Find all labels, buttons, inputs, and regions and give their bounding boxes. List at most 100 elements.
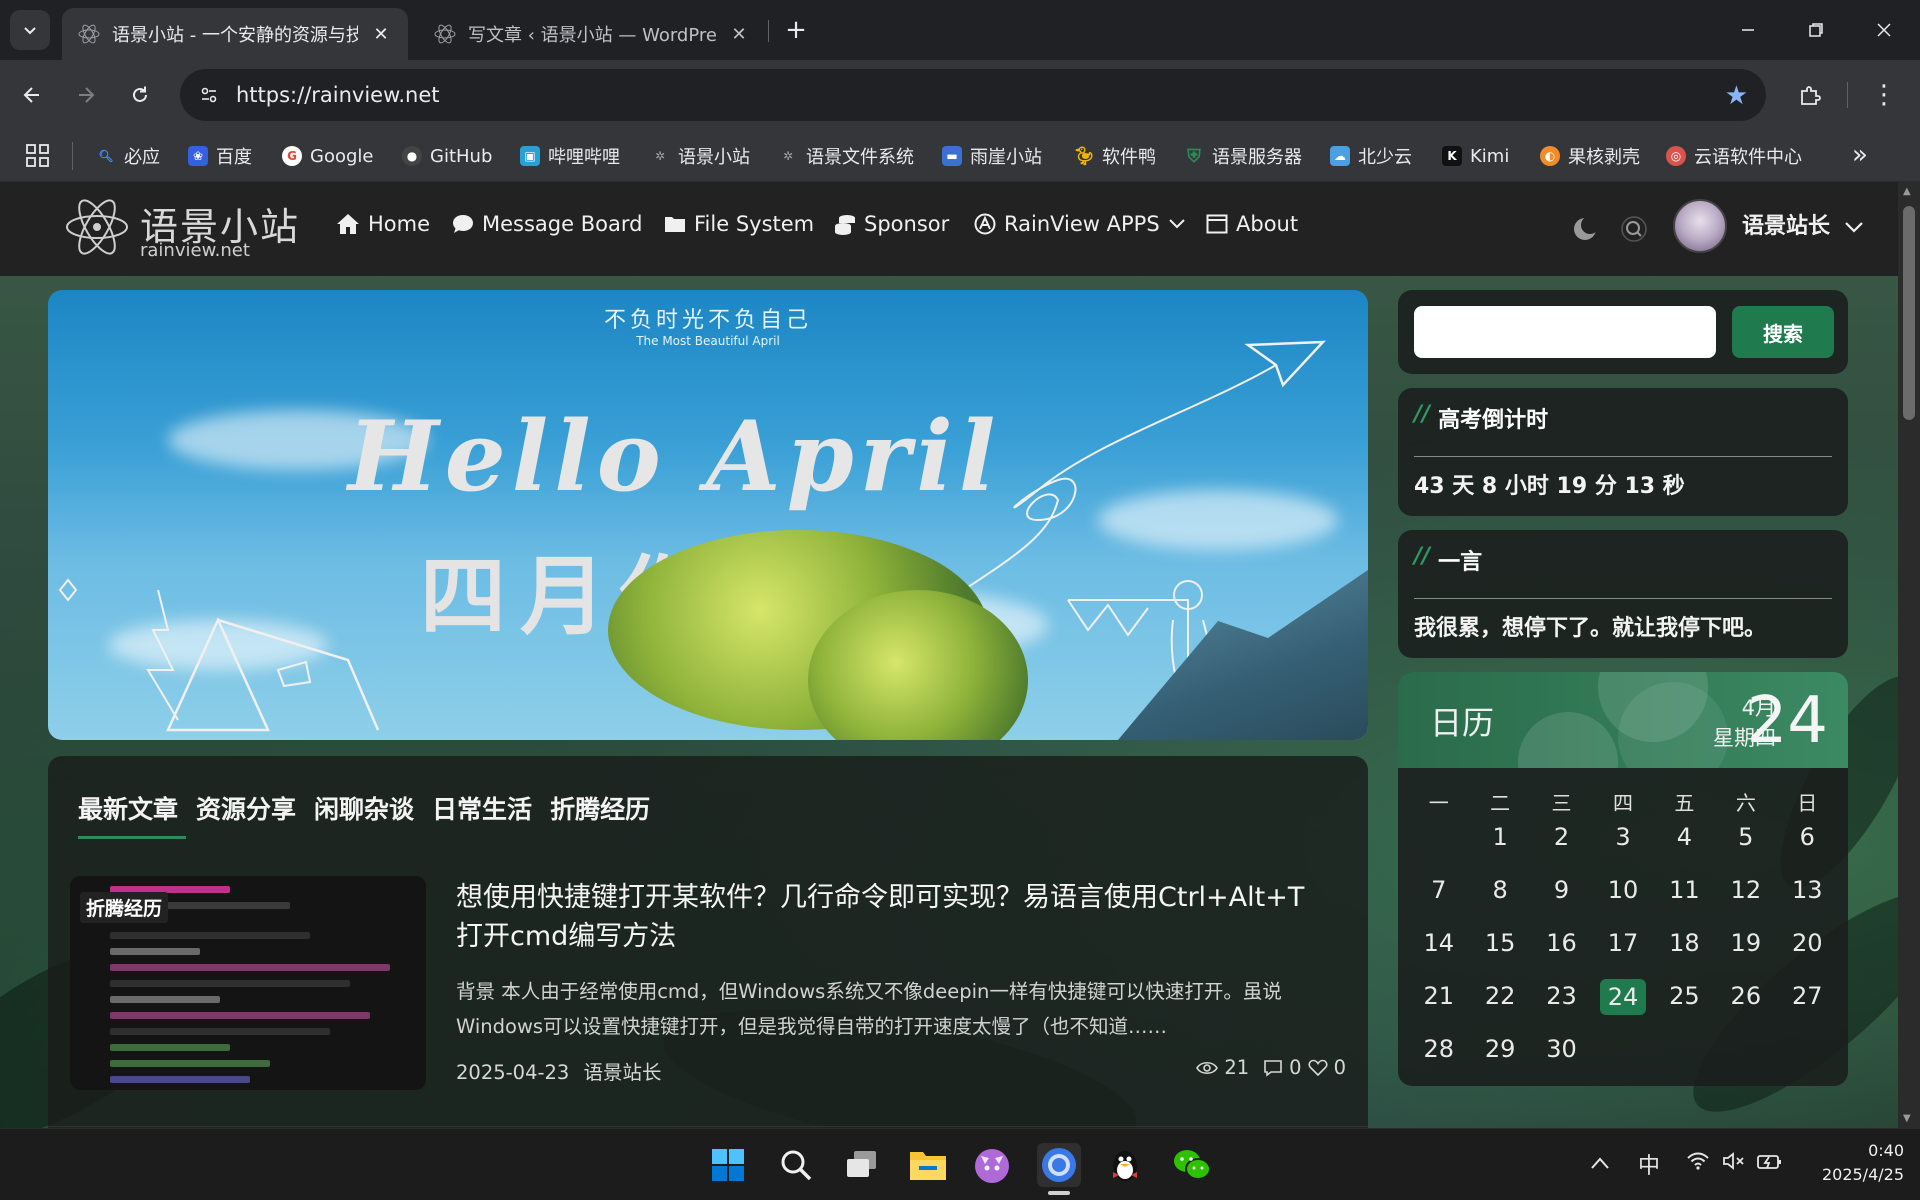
qq-button[interactable] — [1103, 1143, 1147, 1187]
new-tab-button[interactable]: + — [780, 14, 812, 46]
tab-chat[interactable]: 闲聊杂谈 — [314, 790, 414, 826]
back-button[interactable] — [12, 75, 52, 115]
nav-sponsor[interactable]: Sponsor — [834, 212, 949, 236]
system-clock[interactable]: 0:40 2025/4/25 — [1808, 1139, 1904, 1187]
chrome-button[interactable] — [1037, 1143, 1081, 1187]
calendar-day[interactable]: 23 — [1531, 979, 1592, 1032]
calendar-day[interactable]: 11 — [1654, 873, 1715, 926]
more-bookmarks-icon[interactable]: » — [1852, 140, 1868, 170]
hero-banner[interactable]: 不负时光不负自己 The Most Beautiful April Hello … — [48, 290, 1368, 740]
scroll-up-arrow[interactable]: ▲ — [1903, 186, 1911, 197]
page-scrollbar[interactable]: ▲ ▼ — [1898, 182, 1920, 1128]
apps-grid-icon[interactable] — [24, 142, 52, 170]
calendar-day-today[interactable]: 24 — [1592, 979, 1653, 1032]
scroll-thumb[interactable] — [1903, 206, 1915, 420]
network-status[interactable] — [1686, 1151, 1710, 1176]
tab-daily-life[interactable]: 日常生活 — [432, 790, 532, 826]
bookmark-baidu[interactable]: ❀ 百度 — [188, 140, 252, 172]
calendar-day[interactable]: 16 — [1531, 926, 1592, 979]
calendar-day[interactable]: 26 — [1715, 979, 1776, 1032]
close-window-button[interactable] — [1850, 0, 1918, 60]
calendar-day[interactable]: 28 — [1408, 1032, 1469, 1085]
bookmark-google[interactable]: G Google — [282, 140, 373, 172]
show-hidden-icons[interactable] — [1590, 1151, 1610, 1175]
ime-indicator[interactable]: 中 — [1638, 1148, 1660, 1180]
nav-home[interactable]: Home — [336, 212, 430, 236]
bookmark-bilibili[interactable]: ▣ 哔哩哔哩 — [520, 140, 620, 172]
extensions-button[interactable] — [1790, 75, 1830, 115]
cat-app-button[interactable] — [970, 1143, 1014, 1187]
site-search-button[interactable] — [1619, 214, 1649, 244]
calendar-day[interactable]: 29 — [1469, 1032, 1530, 1085]
bookmark-yuya[interactable]: ▬ 雨崖小站 — [942, 140, 1042, 172]
calendar-day[interactable]: 7 — [1408, 873, 1469, 926]
tab-search-button[interactable] — [10, 10, 50, 50]
tab-resources[interactable]: 资源分享 — [196, 790, 296, 826]
volume-status[interactable] — [1722, 1151, 1746, 1176]
close-tab-icon[interactable]: ✕ — [370, 24, 392, 45]
calendar-day[interactable]: 19 — [1715, 926, 1776, 979]
scroll-down-arrow[interactable]: ▼ — [1903, 1113, 1911, 1124]
wechat-button[interactable] — [1170, 1143, 1214, 1187]
calendar-day[interactable]: 5 — [1715, 820, 1776, 873]
browser-menu-button[interactable]: ⋮ — [1864, 75, 1904, 115]
calendar-day[interactable]: 25 — [1654, 979, 1715, 1032]
calendar-day[interactable]: 8 — [1469, 873, 1530, 926]
avatar[interactable] — [1673, 199, 1727, 253]
sidebar-search-button[interactable]: 搜索 — [1732, 306, 1834, 358]
calendar-day[interactable]: 21 — [1408, 979, 1469, 1032]
heart-icon[interactable] — [1308, 1059, 1328, 1077]
start-button[interactable] — [706, 1143, 750, 1187]
calendar-day[interactable]: 9 — [1531, 873, 1592, 926]
close-tab-icon[interactable]: ✕ — [728, 24, 750, 45]
tab-latest[interactable]: 最新文章 — [78, 790, 178, 826]
bookmark-rainview[interactable]: ✲ 语景小站 — [650, 140, 750, 172]
calendar-day[interactable]: 1 — [1469, 820, 1530, 873]
file-explorer-button[interactable] — [906, 1143, 950, 1187]
sidebar-search-input[interactable] — [1414, 306, 1716, 358]
calendar-day[interactable]: 22 — [1469, 979, 1530, 1032]
bookmark-server[interactable]: ⛨ 语景服务器 — [1184, 140, 1302, 172]
bookmark-github[interactable]: ● GitHub — [402, 140, 492, 172]
tab-tinkering[interactable]: 折腾经历 — [550, 790, 650, 826]
calendar-day[interactable]: 30 — [1531, 1032, 1592, 1085]
calendar-day[interactable]: 18 — [1654, 926, 1715, 979]
user-menu[interactable]: 语景站长 — [1742, 208, 1864, 240]
calendar-day[interactable]: 12 — [1715, 873, 1776, 926]
nav-message-board[interactable]: Message Board — [452, 212, 642, 236]
battery-status[interactable] — [1756, 1151, 1784, 1178]
restore-button[interactable] — [1782, 0, 1850, 60]
tab-write-article[interactable]: 写文章 ‹ 语景小站 — WordPre ✕ — [418, 8, 766, 60]
calendar-day[interactable]: 20 — [1777, 926, 1838, 979]
dark-mode-toggle[interactable] — [1570, 214, 1600, 244]
bookmark-guohe[interactable]: ◐ 果核剥壳 — [1540, 140, 1640, 172]
nav-about[interactable]: About — [1206, 212, 1298, 236]
post-category-badge[interactable]: 折腾经历 — [80, 892, 169, 923]
tab-rainview[interactable]: 语景小站 - 一个安静的资源与技 ✕ — [62, 8, 408, 60]
bookmark-yunyu[interactable]: ◎ 云语软件中心 — [1666, 140, 1802, 172]
calendar-day[interactable]: 6 — [1777, 820, 1838, 873]
address-bar[interactable]: https://rainview.net ★ — [180, 69, 1766, 121]
post-thumbnail[interactable]: 折腾经历 — [70, 876, 426, 1090]
minimize-button[interactable] — [1714, 0, 1782, 60]
task-view-button[interactable] — [840, 1143, 884, 1187]
post-title[interactable]: 想使用快捷键打开某软件？几行命令即可实现？易语言使用Ctrl+Alt+T打开cm… — [456, 878, 1326, 956]
bookmark-beishaoyun[interactable]: ☁ 北少云 — [1330, 140, 1412, 172]
forward-button[interactable] — [66, 75, 106, 115]
nav-rainview-apps[interactable]: RainView APPS — [974, 212, 1186, 236]
calendar-day[interactable]: 15 — [1469, 926, 1530, 979]
bookmark-rainview-fs[interactable]: ✲ 语景文件系统 — [778, 140, 914, 172]
calendar-day[interactable]: 10 — [1592, 873, 1653, 926]
calendar-day[interactable]: 3 — [1592, 820, 1653, 873]
post-author[interactable]: 语景站长 — [584, 1061, 662, 1084]
nav-file-system[interactable]: File System — [664, 212, 814, 236]
calendar-day[interactable]: 27 — [1777, 979, 1838, 1032]
taskbar-search-button[interactable] — [774, 1143, 818, 1187]
site-info-icon[interactable] — [196, 82, 222, 108]
bookmark-kimi[interactable]: K Kimi — [1442, 140, 1509, 172]
calendar-day[interactable]: 17 — [1592, 926, 1653, 979]
reload-button[interactable] — [120, 75, 160, 115]
bookmark-ruanjianya[interactable]: 🦆︎ 软件鸭 — [1073, 140, 1156, 172]
calendar-day[interactable]: 14 — [1408, 926, 1469, 979]
calendar-day[interactable]: 2 — [1531, 820, 1592, 873]
